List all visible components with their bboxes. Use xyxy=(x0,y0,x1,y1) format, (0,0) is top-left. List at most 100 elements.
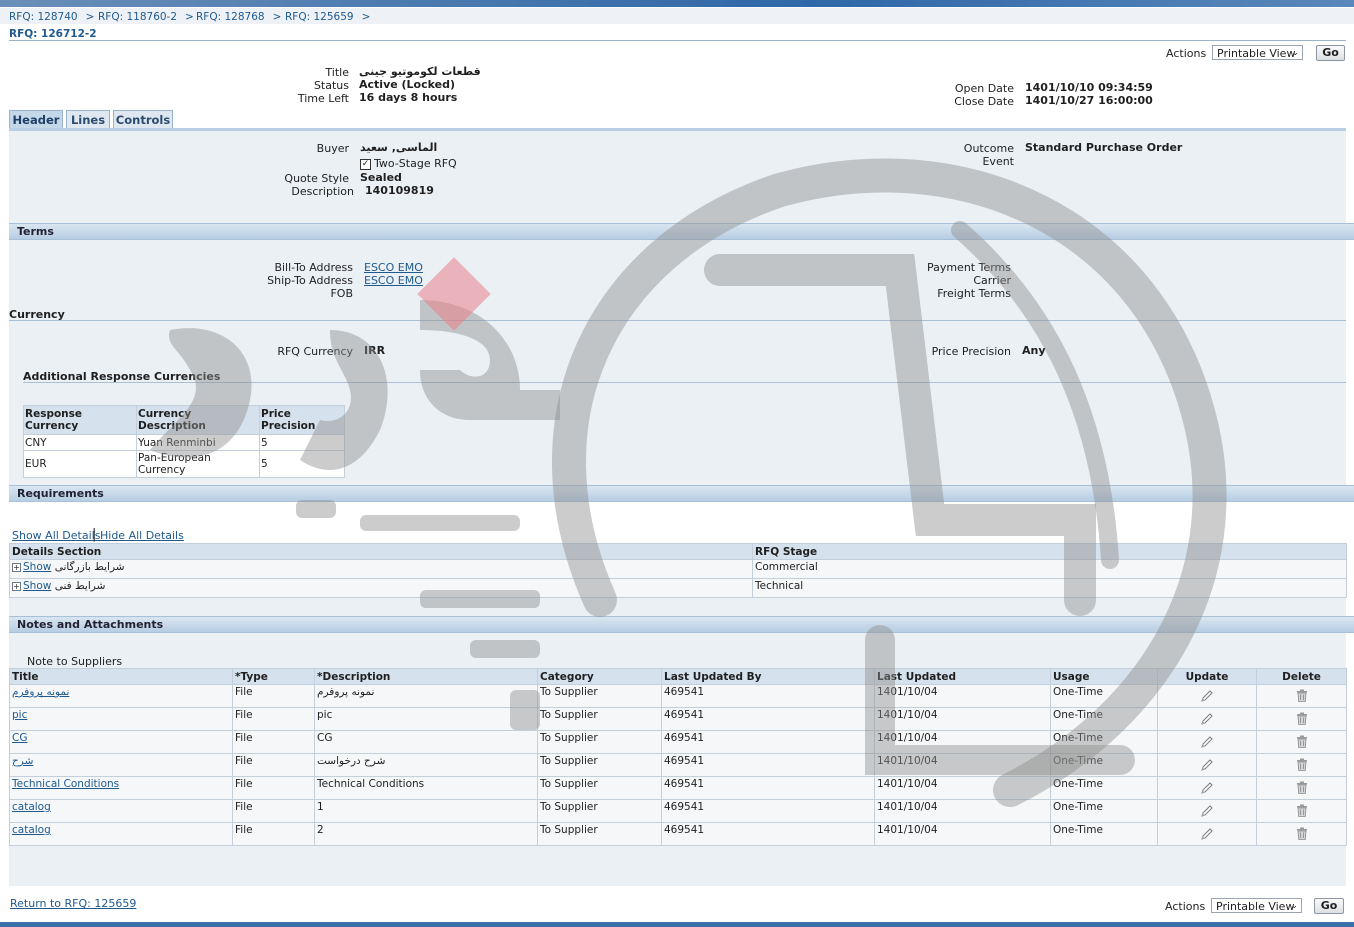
tab-header[interactable]: Header xyxy=(9,110,63,129)
trash-icon[interactable] xyxy=(1296,689,1308,705)
tab-controls[interactable]: Controls xyxy=(113,110,173,129)
table-cell: EUR xyxy=(23,450,137,478)
trash-icon[interactable] xyxy=(1296,758,1308,774)
attachment-title-link[interactable]: شرح xyxy=(12,755,33,767)
update-cell xyxy=(1157,707,1257,731)
show-details-link[interactable]: Show xyxy=(23,561,51,573)
delete-cell xyxy=(1256,753,1347,777)
actions-select-top[interactable]: Printable View ⌄ xyxy=(1212,45,1303,60)
delete-cell xyxy=(1256,776,1347,800)
table-row: catalog File 2 To Supplier 469541 1401/10/04 O… xyxy=(9,822,1347,846)
table-row: شرح File شرح درخواست To Supplier 469541 1401/… xyxy=(9,753,1347,777)
pencil-edit-icon[interactable] xyxy=(1200,689,1214,706)
attachment-title-link[interactable]: نمونه پروفرم xyxy=(12,686,69,698)
description-label: Description xyxy=(291,185,354,198)
delete-cell xyxy=(1256,822,1347,846)
attachment-updated-cell: 1401/10/04 xyxy=(874,776,1051,800)
tab-lines[interactable]: Lines xyxy=(66,110,110,129)
payment-terms-label: Payment Terms xyxy=(926,261,1011,274)
actions-selected-value: Printable View xyxy=(1216,900,1295,913)
update-cell xyxy=(1157,753,1257,777)
pencil-edit-icon[interactable] xyxy=(1200,827,1214,844)
top-banner xyxy=(0,0,1354,7)
trash-icon[interactable] xyxy=(1296,781,1308,797)
actions-select-bottom[interactable]: Printable View ⌄ xyxy=(1211,898,1302,913)
title-value: قطعات لکوموتیو جینی xyxy=(359,65,481,78)
attachment-title-link[interactable]: catalog xyxy=(12,801,51,813)
column-header: Category xyxy=(537,668,662,685)
timeleft-value: 16 days 8 hours xyxy=(359,91,458,104)
show-details-link[interactable]: Show xyxy=(23,580,51,592)
breadcrumb-link-2[interactable]: RFQ: 118760-2 > xyxy=(98,11,194,23)
trash-icon[interactable] xyxy=(1296,735,1308,751)
table-cell: Pan-European Currency xyxy=(136,450,260,478)
attachment-title-cell: catalog xyxy=(9,799,233,823)
attachment-usage-cell: One-Time xyxy=(1050,822,1158,846)
expand-plus-icon[interactable]: + xyxy=(12,581,21,591)
bill-to-link[interactable]: ESCO EMO xyxy=(364,261,423,274)
column-header: Details Section xyxy=(9,543,753,560)
go-button-bottom[interactable]: Go xyxy=(1314,898,1344,914)
pencil-edit-icon[interactable] xyxy=(1200,758,1214,775)
chevron-down-icon: ⌄ xyxy=(1290,901,1298,911)
details-section-cell: + Show شرایط فنی xyxy=(9,578,753,598)
attachment-updated-by-cell: 469541 xyxy=(661,822,875,846)
attachment-updated-by-cell: 469541 xyxy=(661,707,875,731)
attachment-usage-cell: One-Time xyxy=(1050,730,1158,754)
attachment-title-link[interactable]: Technical Conditions xyxy=(12,778,119,790)
ship-to-link[interactable]: ESCO EMO xyxy=(364,274,423,287)
breadcrumb-link-3[interactable]: RFQ: 128768 > xyxy=(196,11,281,23)
attachment-category-cell: To Supplier xyxy=(537,730,662,754)
table-cell: Yuan Renminbi xyxy=(136,434,260,451)
attachment-usage-cell: One-Time xyxy=(1050,753,1158,777)
title-label: Title xyxy=(325,66,349,79)
open-date-value: 1401/10/10 09:34:59 xyxy=(1025,81,1153,94)
table-row: CG File CG To Supplier 469541 1401/10/04 One-T… xyxy=(9,730,1347,754)
close-date-value: 1401/10/27 16:00:00 xyxy=(1025,94,1153,107)
hide-all-details-link[interactable]: Hide All Details xyxy=(100,529,184,542)
expand-plus-icon[interactable]: + xyxy=(12,562,21,572)
attachment-updated-cell: 1401/10/04 xyxy=(874,684,1051,708)
buyer-label: Buyer xyxy=(316,142,349,155)
trash-icon[interactable] xyxy=(1296,804,1308,820)
attachment-updated-by-cell: 469541 xyxy=(661,799,875,823)
delete-cell xyxy=(1256,730,1347,754)
pencil-edit-icon[interactable] xyxy=(1200,712,1214,729)
pencil-edit-icon[interactable] xyxy=(1200,735,1214,752)
attachment-category-cell: To Supplier xyxy=(537,776,662,800)
attachment-title-cell: شرح xyxy=(9,753,233,777)
attachment-title-link[interactable]: pic xyxy=(12,709,27,721)
attachment-title-link[interactable]: CG xyxy=(12,732,27,744)
actions-label: Actions xyxy=(1165,900,1206,913)
attachment-description-cell: نمونه پروفرم xyxy=(314,684,538,708)
attachment-updated-by-cell: 469541 xyxy=(661,730,875,754)
trash-icon[interactable] xyxy=(1296,712,1308,728)
open-date-label: Open Date xyxy=(954,82,1014,95)
pencil-edit-icon[interactable] xyxy=(1200,781,1214,798)
table-row: + Show شرایط فنی Technical xyxy=(9,578,1347,598)
ship-to-label: Ship-To Address xyxy=(267,274,353,287)
show-all-details-link[interactable]: Show All Details xyxy=(12,529,100,542)
pencil-edit-icon[interactable] xyxy=(1200,804,1214,821)
attachment-title-link[interactable]: catalog xyxy=(12,824,51,836)
bill-to-label: Bill-To Address xyxy=(274,261,353,274)
requirements-section-header: Requirements xyxy=(9,485,1354,502)
quote-style-label: Quote Style xyxy=(284,172,349,185)
rfq-stage-cell: Technical xyxy=(752,578,1347,598)
two-stage-label: Two-Stage RFQ xyxy=(374,157,457,170)
rfq-currency-value: IRR xyxy=(364,344,386,357)
go-button-top[interactable]: Go xyxy=(1316,45,1345,61)
freight-terms-label: Freight Terms xyxy=(937,287,1011,300)
attachment-updated-cell: 1401/10/04 xyxy=(874,707,1051,731)
rfq-stage-cell: Commercial xyxy=(752,559,1347,579)
attachment-updated-by-cell: 469541 xyxy=(661,684,875,708)
attachment-description-cell: 2 xyxy=(314,822,538,846)
breadcrumb-link-1[interactable]: RFQ: 128740 > xyxy=(9,11,94,23)
attachments-table-body: نمونه پروفرم File نمونه پروفرم To Supplier 4… xyxy=(9,684,1347,846)
fob-label: FOB xyxy=(330,287,353,300)
attachments-table: Title *Type *Description Category Last U… xyxy=(9,668,1347,846)
return-to-rfq-link[interactable]: Return to RFQ: 125659 xyxy=(10,897,136,910)
breadcrumb-link-4[interactable]: RFQ: 125659 > xyxy=(285,11,370,23)
trash-icon[interactable] xyxy=(1296,827,1308,843)
column-header: Currency Description xyxy=(136,405,260,435)
